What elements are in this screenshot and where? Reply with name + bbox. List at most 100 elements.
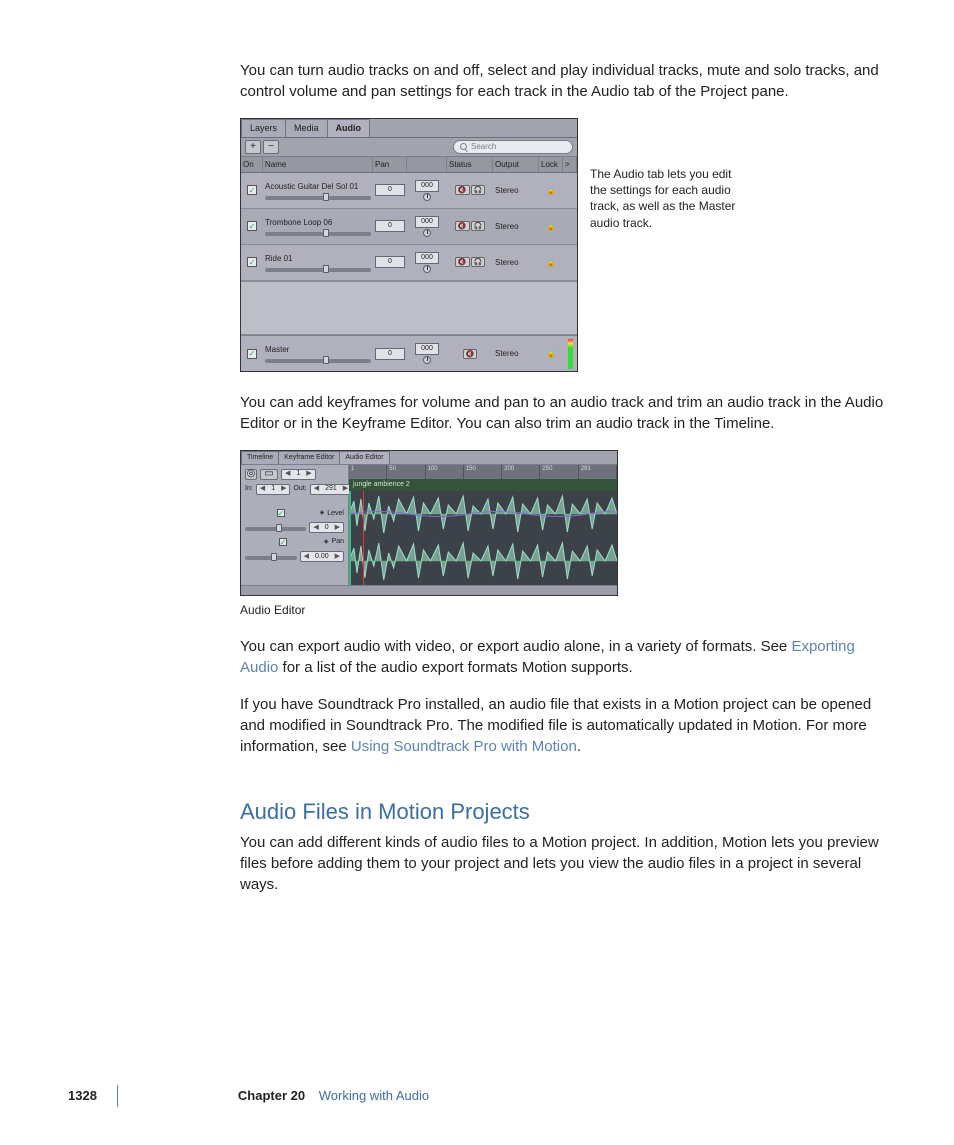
frame-spinner[interactable]: ◀1▶	[281, 469, 316, 480]
level-value[interactable]: 0	[375, 256, 405, 268]
callout-text: The Audio tab lets you edit the settings…	[590, 118, 750, 372]
level-slider[interactable]	[265, 232, 371, 236]
checkbox-icon[interactable]: ✓	[279, 538, 287, 546]
col-output: Output	[493, 157, 539, 172]
figure-audio-tab: Layers Media Audio + − Search On Name Pa…	[240, 118, 884, 372]
column-headers: On Name Pan Status Output Lock >	[241, 157, 577, 173]
pan-label: Pan	[332, 537, 344, 547]
level-slider[interactable]	[265, 196, 371, 200]
checkbox-icon[interactable]: ✓	[247, 257, 257, 267]
pan-dial-icon[interactable]	[423, 193, 431, 201]
status-icons: 🔇	[447, 348, 493, 360]
pan-spinner[interactable]: ◀0.00▶	[300, 551, 344, 562]
lock-icon[interactable]: 🔒	[539, 220, 563, 233]
lock-icon[interactable]: 🔒	[539, 256, 563, 269]
level-slider[interactable]	[265, 359, 371, 363]
out-spinner[interactable]: ◀291▶	[310, 484, 352, 495]
panel-tabs: Layers Media Audio	[241, 119, 577, 138]
horizontal-scrollbar[interactable]	[241, 585, 617, 595]
status-icons: 🔇 🎧	[447, 220, 493, 232]
pan-dial-icon[interactable]	[423, 229, 431, 237]
editor-track-name: jungle ambience 2	[349, 479, 617, 491]
figure-audio-editor: Timeline Keyframe Editor Audio Editor ◎ …	[240, 450, 618, 596]
output-label[interactable]: Stereo	[493, 256, 539, 269]
editor-timeline[interactable]: 1 50 100 150 200 250 291 jungle ambience…	[349, 465, 617, 585]
tab-keyframe-editor[interactable]: Keyframe Editor	[278, 451, 340, 464]
master-row[interactable]: ✓ Master 0 000 🔇 Stereo 🔒	[241, 335, 577, 371]
level-meter-icon	[568, 339, 573, 369]
track-row[interactable]: ✓ Trombone Loop 06 0 000 🔇 🎧 Stereo 🔒	[241, 209, 577, 245]
paragraph-4: If you have Soundtrack Pro installed, an…	[240, 694, 884, 757]
pan-dial-icon[interactable]	[423, 356, 431, 364]
solo-icon[interactable]: 🎧	[471, 185, 486, 195]
tab-audio[interactable]: Audio	[327, 119, 371, 137]
paragraph-1: You can turn audio tracks on and off, se…	[240, 60, 884, 102]
footer-divider	[117, 1085, 118, 1107]
col-more: >	[563, 157, 577, 172]
waveform-area[interactable]	[349, 491, 617, 585]
level-value[interactable]: 0	[375, 348, 405, 360]
level-label: Level	[327, 509, 344, 519]
tool-button[interactable]: ▭	[260, 469, 278, 480]
pan-control[interactable]: 000	[407, 215, 447, 238]
pan-slider[interactable]	[245, 556, 297, 560]
time-ruler[interactable]: 1 50 100 150 200 250 291	[349, 465, 617, 479]
page-number: 1328	[68, 1087, 97, 1105]
col-lock: Lock	[539, 157, 563, 172]
solo-icon[interactable]: 🎧	[471, 257, 486, 267]
lock-icon[interactable]: 🔒	[539, 347, 563, 360]
output-label[interactable]: Stereo	[493, 347, 539, 360]
clip-start-handle[interactable]	[349, 491, 351, 585]
tab-layers[interactable]: Layers	[241, 119, 286, 137]
waveform-top	[349, 491, 617, 538]
checkbox-icon[interactable]: ✓	[277, 509, 285, 517]
checkbox-icon[interactable]: ✓	[247, 185, 257, 195]
track-row[interactable]: ✓ Ride 01 0 000 🔇 🎧 Stereo 🔒	[241, 245, 577, 281]
pan-control[interactable]: 000	[407, 251, 447, 274]
figure-caption: Audio Editor	[240, 602, 884, 619]
mute-icon[interactable]: 🔇	[455, 257, 470, 267]
tab-media[interactable]: Media	[285, 119, 328, 137]
tab-timeline[interactable]: Timeline	[241, 451, 279, 464]
track-name-label: Acoustic Guitar Del Sol 01	[265, 181, 371, 192]
pan-control[interactable]: 000	[407, 342, 447, 365]
solo-icon[interactable]: 🎧	[471, 221, 486, 231]
status-icons: 🔇 🎧	[447, 256, 493, 268]
panel-toolbar: + − Search	[241, 138, 577, 157]
paragraph-3: You can export audio with video, or expo…	[240, 636, 884, 678]
track-row[interactable]: ✓ Acoustic Guitar Del Sol 01 0 000 🔇 🎧 S…	[241, 173, 577, 209]
mute-icon[interactable]: 🔇	[455, 221, 470, 231]
checkbox-icon[interactable]: ✓	[247, 221, 257, 231]
pan-control[interactable]: 000	[407, 179, 447, 202]
level-spinner[interactable]: ◀0▶	[309, 522, 344, 533]
col-pan: Pan	[373, 157, 407, 172]
lock-icon[interactable]: 🔒	[539, 184, 563, 197]
chapter-label: Chapter 20 Working with Audio	[238, 1087, 429, 1105]
pan-dial-icon[interactable]	[423, 265, 431, 273]
level-value[interactable]: 0	[375, 220, 405, 232]
level-slider[interactable]	[265, 268, 371, 272]
add-button[interactable]: +	[245, 140, 261, 154]
checkbox-icon[interactable]: ✓	[247, 349, 257, 359]
col-status: Status	[447, 157, 493, 172]
mute-icon[interactable]: 🔇	[463, 349, 478, 359]
status-icons: 🔇 🎧	[447, 184, 493, 196]
playhead-icon[interactable]	[363, 491, 364, 585]
search-placeholder: Search	[471, 141, 496, 152]
paragraph-5: You can add different kinds of audio fil…	[240, 832, 884, 895]
mute-icon[interactable]: 🔇	[455, 185, 470, 195]
remove-button[interactable]: −	[263, 140, 279, 154]
track-name-label: Ride 01	[265, 253, 371, 264]
paragraph-2: You can add keyframes for volume and pan…	[240, 392, 884, 434]
output-label[interactable]: Stereo	[493, 184, 539, 197]
level-slider[interactable]	[245, 527, 306, 531]
search-field[interactable]: Search	[453, 140, 573, 154]
level-value[interactable]: 0	[375, 184, 405, 196]
tab-audio-editor[interactable]: Audio Editor	[339, 451, 389, 464]
tool-button[interactable]: ◎	[245, 469, 257, 480]
link-soundtrack-pro[interactable]: Using Soundtrack Pro with Motion	[351, 738, 577, 755]
col-on: On	[241, 157, 263, 172]
col-blank	[407, 157, 447, 172]
in-spinner[interactable]: ◀1▶	[256, 484, 291, 495]
output-label[interactable]: Stereo	[493, 220, 539, 233]
